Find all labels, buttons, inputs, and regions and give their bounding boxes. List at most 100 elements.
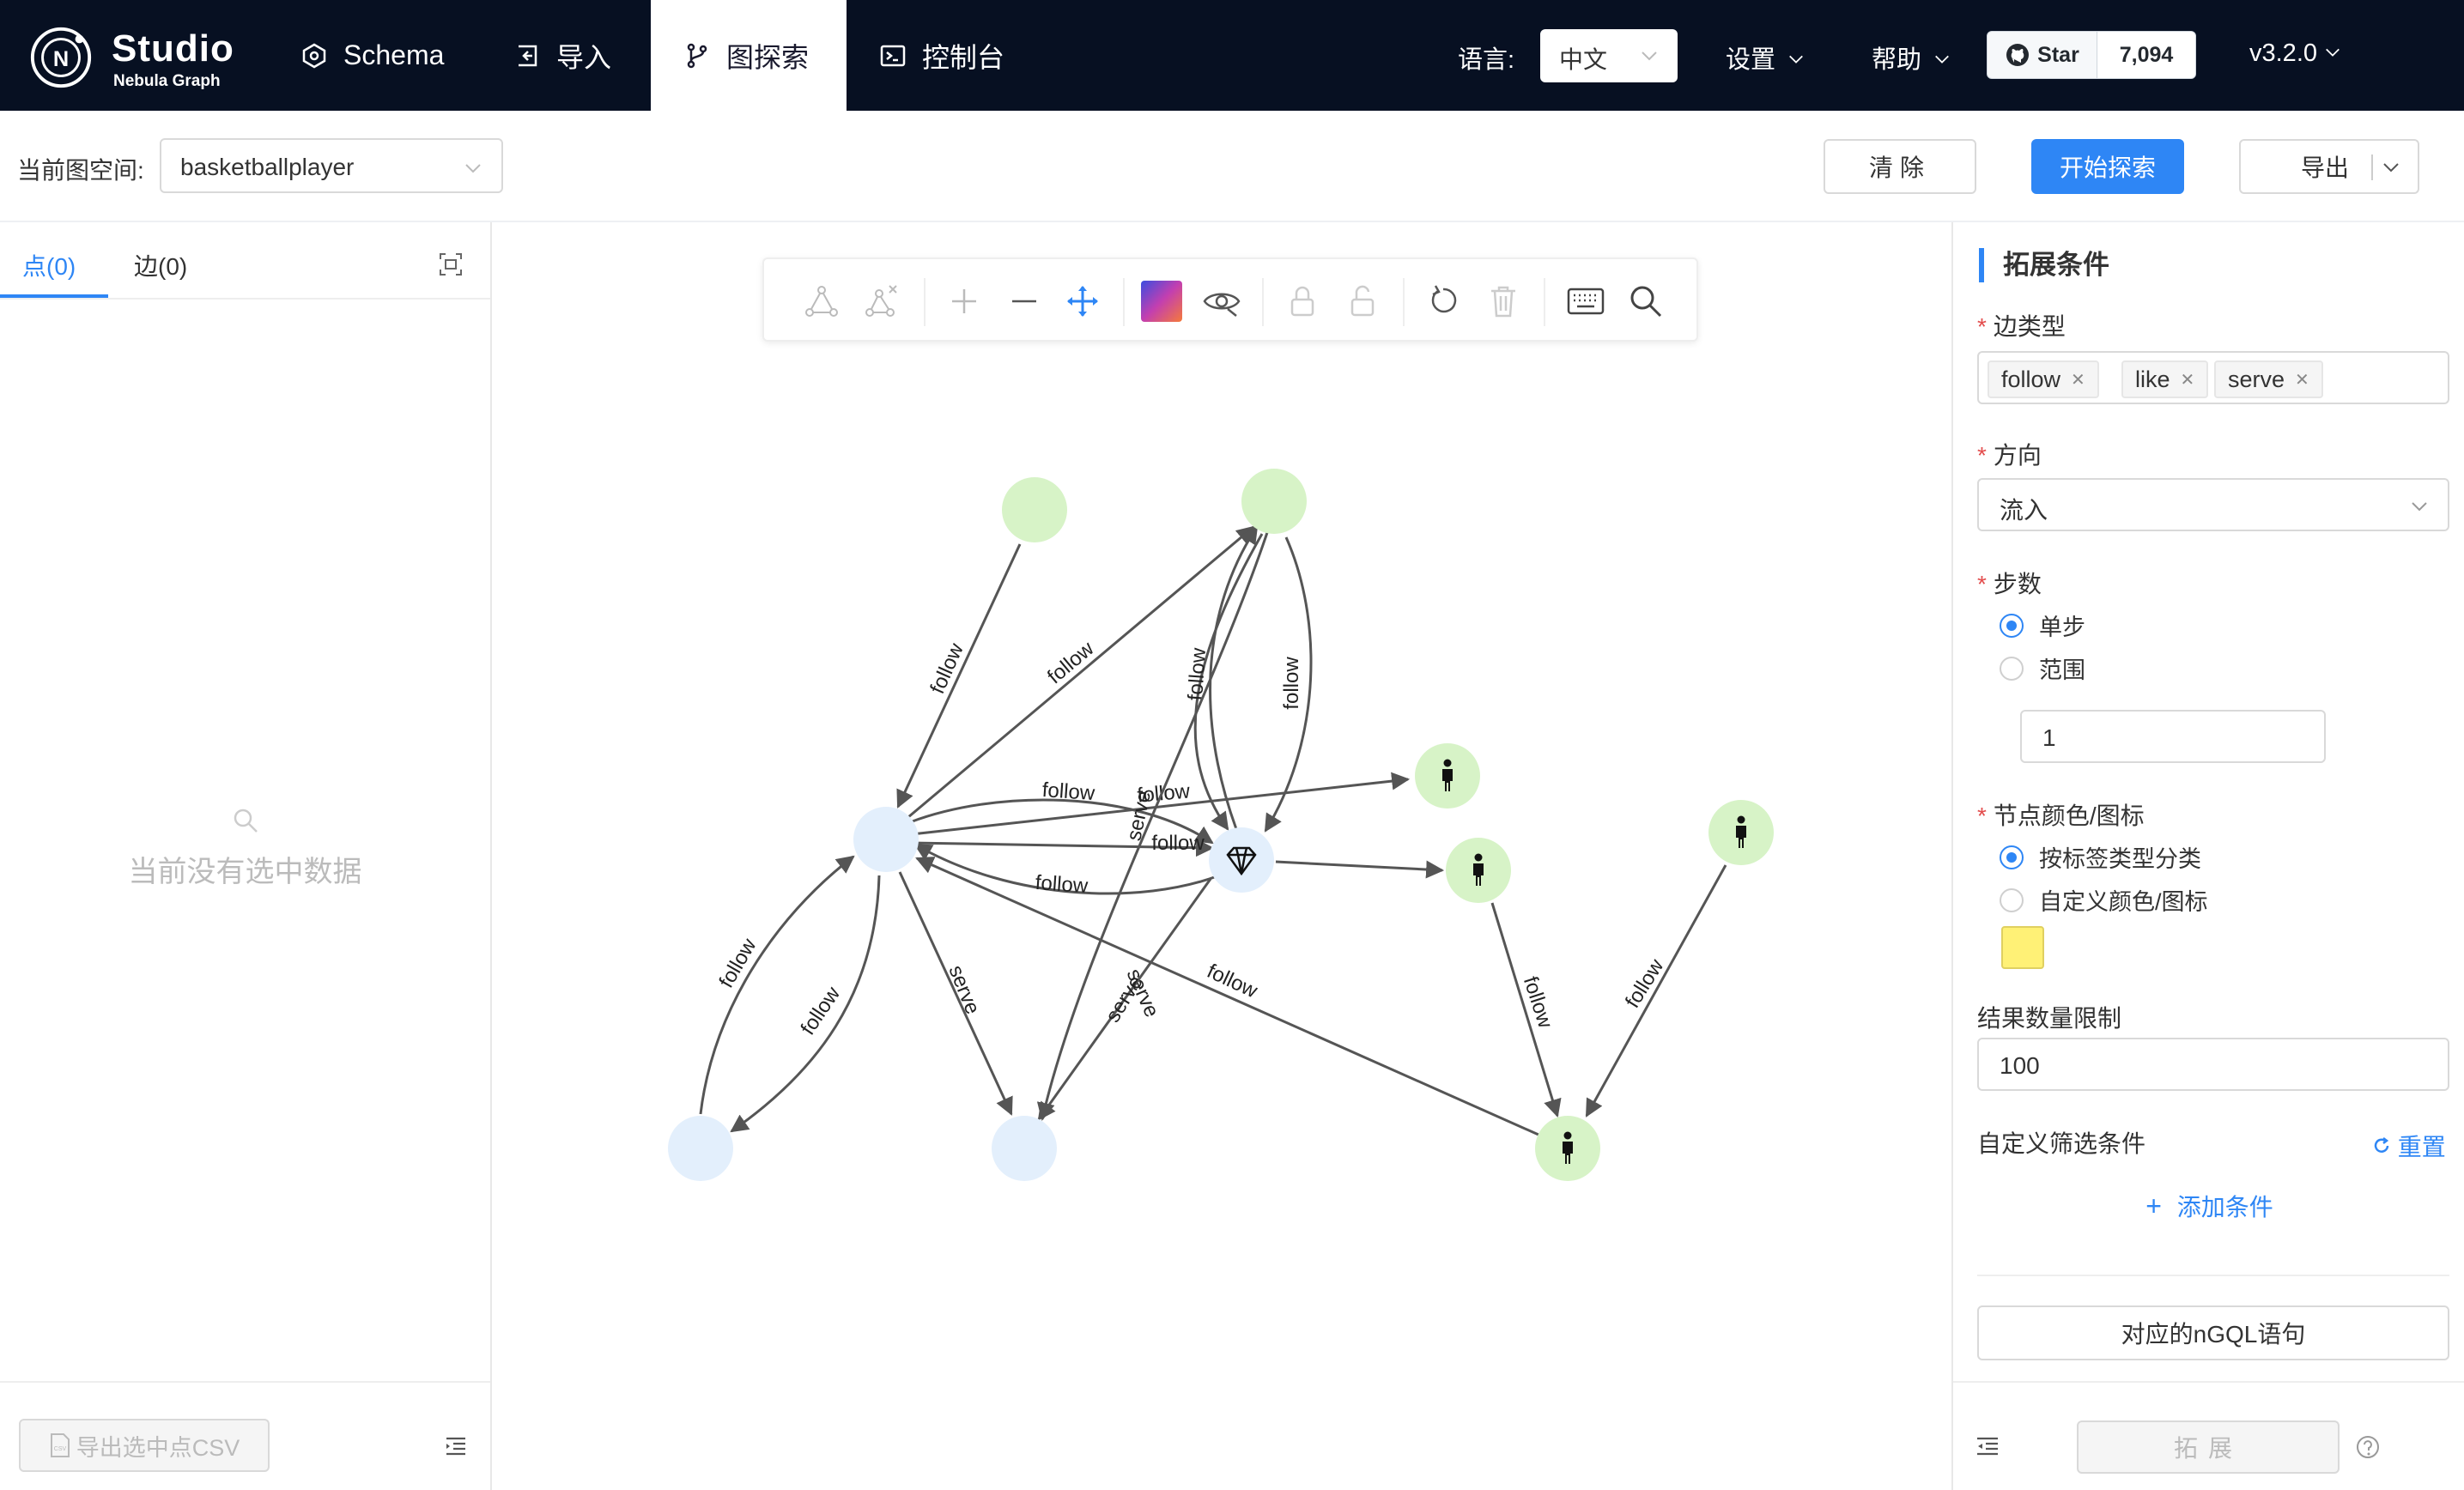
github-star[interactable]: Star — [1988, 32, 2097, 78]
collapse-panel-icon[interactable] — [1975, 1436, 2000, 1457]
required-mark: * — [1977, 442, 1987, 469]
new-path-icon — [805, 286, 838, 317]
edge-type-select[interactable]: follow ✕ like ✕ serve ✕ — [1977, 351, 2449, 404]
move-button[interactable] — [1061, 280, 1104, 323]
space-select[interactable]: basketballplayer — [160, 138, 503, 193]
delete-button[interactable] — [1482, 280, 1525, 323]
start-explore-button[interactable]: 开始探索 — [2031, 139, 2184, 194]
selection-footer: CSV 导出选中点CSV — [0, 1381, 490, 1490]
graph-node[interactable] — [1446, 838, 1511, 903]
github-icon — [2006, 44, 2030, 66]
empty-state: 当前没有选中数据 — [0, 806, 490, 890]
ngql-statement-button[interactable]: 对应的nGQL语句 — [1977, 1305, 2449, 1360]
zoom-out-button[interactable] — [1003, 280, 1046, 323]
refresh-icon — [2374, 1137, 2389, 1153]
radio-unchecked-icon — [2000, 656, 2024, 681]
reset-button[interactable]: 重置 — [2372, 1129, 2446, 1163]
custom-color-swatch[interactable] — [2001, 926, 2044, 969]
search-button[interactable] — [1624, 280, 1667, 323]
close-icon[interactable]: ✕ — [2295, 369, 2309, 391]
close-icon[interactable]: ✕ — [2181, 369, 2195, 391]
graph-node[interactable] — [1535, 1116, 1600, 1181]
graph-node[interactable] — [1241, 469, 1307, 534]
nav-console-label: 控制台 — [922, 41, 1005, 73]
tab-vertices[interactable]: 点(0) — [22, 248, 76, 282]
tab-edges[interactable]: 边(0) — [134, 248, 187, 282]
help-label: 帮助 — [1872, 46, 1922, 74]
export-label: 导出 — [2301, 154, 2350, 181]
space-value: basketballplayer — [180, 154, 355, 180]
github-star-button[interactable]: Star 7,094 — [1987, 31, 2196, 79]
graph-node[interactable] — [1708, 800, 1774, 865]
radio-single-step[interactable]: 单步 — [2000, 609, 2085, 642]
chevron-down-icon — [2326, 48, 2340, 57]
help-menu[interactable]: 帮助 — [1872, 39, 1951, 76]
color-palette-button[interactable] — [1140, 280, 1183, 323]
unlock-icon — [1350, 285, 1375, 317]
new-path-button[interactable] — [800, 280, 843, 323]
language-select[interactable]: 中文 — [1540, 29, 1678, 82]
export-csv-label: 导出选中点CSV — [76, 1434, 240, 1461]
close-icon[interactable]: ✕ — [2071, 369, 2085, 391]
nav-explore[interactable]: 图探索 — [651, 0, 847, 111]
nav-schema[interactable]: Schema — [300, 0, 464, 111]
clear-button[interactable]: 清除 — [1824, 139, 1976, 194]
required-mark: * — [1977, 803, 1987, 829]
space-toolbar: 当前图空间: basketballplayer 清除 开始探索 导出 — [0, 111, 2464, 222]
help-icon[interactable] — [2355, 1434, 2381, 1460]
chevron-down-icon[interactable] — [2382, 158, 2400, 177]
add-condition-button[interactable]: + 添加条件 — [1953, 1189, 2464, 1223]
edge-type-label: * 边类型 — [1977, 308, 2066, 342]
svg-text:CSV: CSV — [54, 1446, 67, 1452]
nav-console[interactable]: 控制台 — [879, 0, 1025, 111]
delete-path-button[interactable] — [860, 280, 903, 323]
github-star-label: Star — [2037, 42, 2079, 67]
hide-button[interactable] — [1200, 280, 1243, 323]
direction-text: 方向 — [1993, 442, 2042, 469]
keyboard-button[interactable] — [1564, 280, 1607, 323]
chevron-down-icon — [2412, 502, 2427, 512]
color-palette-icon — [1141, 281, 1182, 322]
lock-icon — [1290, 286, 1314, 317]
add-condition-label: 添加条件 — [2176, 1194, 2273, 1220]
move-icon — [1067, 286, 1098, 317]
undo-button[interactable] — [1422, 280, 1465, 323]
graph-node[interactable] — [1209, 827, 1274, 893]
radio-label: 单步 — [2039, 615, 2085, 640]
graph-node[interactable] — [853, 807, 919, 872]
zoom-in-button[interactable] — [943, 280, 986, 323]
expand-conditions-panel: 拓展条件 * 边类型 follow ✕ like ✕ serve ✕ * 方向 流入 * 步… — [1951, 222, 2464, 1490]
delete-path-icon — [865, 285, 897, 317]
radio-checked-icon — [2000, 845, 2024, 869]
radio-by-tag[interactable]: 按标签类型分类 — [2000, 840, 2201, 874]
direction-select[interactable]: 流入 — [1977, 478, 2449, 531]
studio-logo[interactable]: N Studio Nebula Graph — [27, 21, 242, 93]
logo-title: Studio — [112, 27, 234, 70]
radio-custom-style[interactable]: 自定义颜色/图标 — [2000, 883, 2208, 917]
graph-node[interactable] — [1415, 743, 1480, 809]
collapse-list-icon[interactable] — [445, 1436, 467, 1457]
radio-step-range[interactable]: 范围 — [2000, 651, 2085, 685]
limit-input[interactable]: 100 — [1977, 1038, 2449, 1091]
fit-view-icon[interactable] — [438, 251, 464, 277]
graph-node[interactable] — [668, 1116, 733, 1181]
graph-node[interactable] — [992, 1116, 1057, 1181]
unlock-button[interactable] — [1341, 280, 1384, 323]
explore-icon — [687, 43, 707, 68]
language-value: 中文 — [1559, 46, 1608, 73]
step-count-input[interactable]: 1 — [2020, 710, 2326, 763]
search-icon — [1630, 286, 1662, 318]
toolbar-divider — [1544, 278, 1545, 326]
graph-node[interactable] — [1002, 477, 1067, 542]
version-menu[interactable]: v3.2.0 — [2249, 39, 2341, 68]
settings-menu[interactable]: 设置 — [1726, 39, 1805, 76]
export-button[interactable]: 导出 — [2239, 139, 2419, 194]
export-csv-button[interactable]: CSV 导出选中点CSV — [19, 1419, 270, 1472]
expand-footer: 拓展 — [1953, 1381, 2464, 1490]
chevron-down-icon — [1642, 51, 1657, 61]
expand-button[interactable]: 拓展 — [2077, 1420, 2340, 1474]
nav-import[interactable]: 导入 — [513, 0, 625, 111]
github-star-count[interactable]: 7,094 — [2097, 32, 2195, 78]
lock-button[interactable] — [1281, 280, 1324, 323]
zoom-in-icon — [952, 289, 976, 313]
